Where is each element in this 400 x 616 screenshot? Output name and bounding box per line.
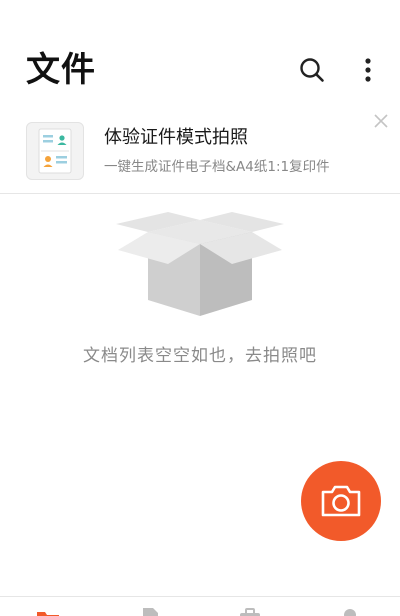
id-card-thumbnail: [26, 122, 84, 180]
toolbox-icon: [240, 608, 260, 616]
folder-icon: [37, 612, 59, 616]
search-button[interactable]: [294, 52, 330, 88]
close-icon: [374, 114, 388, 128]
document-icon: [143, 608, 158, 616]
promo-banner[interactable]: 体验证件模式拍照 一键生成证件电子档&A4纸1:1复印件: [0, 108, 400, 194]
nav-item-files[interactable]: [36, 607, 60, 616]
more-vertical-icon: [365, 58, 371, 82]
page-title: 文件: [26, 50, 96, 90]
promo-title: 体验证件模式拍照: [104, 127, 248, 148]
nav-item-profile[interactable]: [338, 607, 362, 616]
id-card-icon: [38, 128, 72, 174]
camera-fab-button[interactable]: [301, 461, 381, 541]
empty-box-illustration: [110, 204, 290, 322]
search-icon: [300, 58, 324, 82]
open-box-icon: [116, 212, 284, 316]
promo-subtitle: 一键生成证件电子档&A4纸1:1复印件: [104, 159, 330, 175]
app-header: 文件: [0, 0, 400, 104]
more-options-button[interactable]: [350, 52, 386, 88]
profile-icon: [344, 609, 356, 616]
promo-close-button[interactable]: [368, 108, 394, 134]
nav-item-tools[interactable]: [238, 607, 262, 616]
empty-state-message: 文档列表空空如也，去拍照吧: [83, 346, 317, 366]
camera-icon: [321, 485, 361, 517]
nav-item-documents[interactable]: [138, 607, 162, 616]
bottom-navigation: [0, 596, 400, 616]
